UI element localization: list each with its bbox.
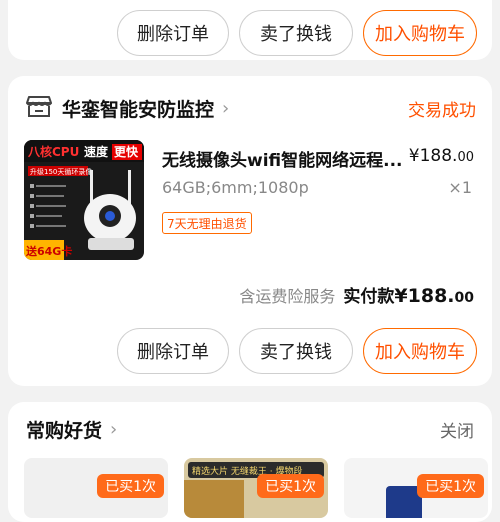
purchased-badge: 已买1次 [97, 474, 164, 498]
store-icon [26, 94, 52, 122]
item-image [184, 480, 244, 518]
recommend-item[interactable]: 已买1次 [24, 458, 168, 518]
svg-text:送64G卡: 送64G卡 [25, 244, 72, 258]
store-name[interactable]: 华銮智能安防监控 [62, 95, 214, 122]
svg-text:更快: 更快 [114, 144, 139, 159]
delete-order-button[interactable]: 删除订单 [117, 328, 229, 374]
svg-text:速度: 速度 [84, 144, 109, 159]
recommend-title[interactable]: 常购好货 [26, 416, 102, 443]
purchased-badge: 已买1次 [417, 474, 484, 498]
chevron-right-icon: › [222, 97, 230, 119]
recommend-card: 常购好货 › 关闭 已买1次 精选大片 无缝裁王 · 爆物段 已买1次 已买1次 [8, 402, 492, 522]
sell-button[interactable]: 卖了换钱 [239, 10, 353, 56]
return-policy-tag: 7天无理由退货 [162, 212, 252, 234]
order-card: 华銮智能安防监控 › 交易成功 八核CPU 速度 更快 升级150天循环录像 送… [8, 76, 492, 386]
product-price: ¥188.00 [408, 146, 474, 166]
shipping-insurance-note: 含运费险服务 [239, 287, 336, 306]
add-to-cart-button[interactable]: 加入购物车 [363, 328, 477, 374]
order-status: 交易成功 [408, 100, 476, 121]
previous-order-card: 删除订单 卖了换钱 加入购物车 [8, 0, 492, 60]
payment-summary: 含运费险服务 实付款 ¥188.00 [239, 282, 474, 307]
product-spec: 64GB;6mm;1080p [162, 178, 309, 197]
sell-button[interactable]: 卖了换钱 [239, 328, 353, 374]
product-thumbnail[interactable]: 八核CPU 速度 更快 升级150天循环录像 送64G卡 [24, 140, 144, 260]
paid-label: 实付款 [343, 287, 395, 307]
svg-text:升级150天循环录像: 升级150天循环录像 [30, 167, 92, 176]
product-quantity: ×1 [448, 178, 472, 197]
svg-text:八核CPU: 八核CPU [27, 144, 79, 159]
product-title[interactable]: 无线摄像头wifi智能网络远程... [162, 146, 410, 171]
recommend-item[interactable]: 精选大片 无缝裁王 · 爆物段 已买1次 [184, 458, 328, 518]
close-button[interactable]: 关闭 [440, 417, 474, 442]
purchased-badge: 已买1次 [257, 474, 324, 498]
chevron-right-icon: › [110, 419, 118, 440]
store-header[interactable]: 华銮智能安防监控 › 交易成功 [26, 92, 476, 124]
recommend-item[interactable]: 已买1次 [344, 458, 488, 518]
paid-amount: ¥188.00 [394, 285, 474, 307]
delete-order-button[interactable]: 删除订单 [117, 10, 229, 56]
add-to-cart-button[interactable]: 加入购物车 [363, 10, 477, 56]
